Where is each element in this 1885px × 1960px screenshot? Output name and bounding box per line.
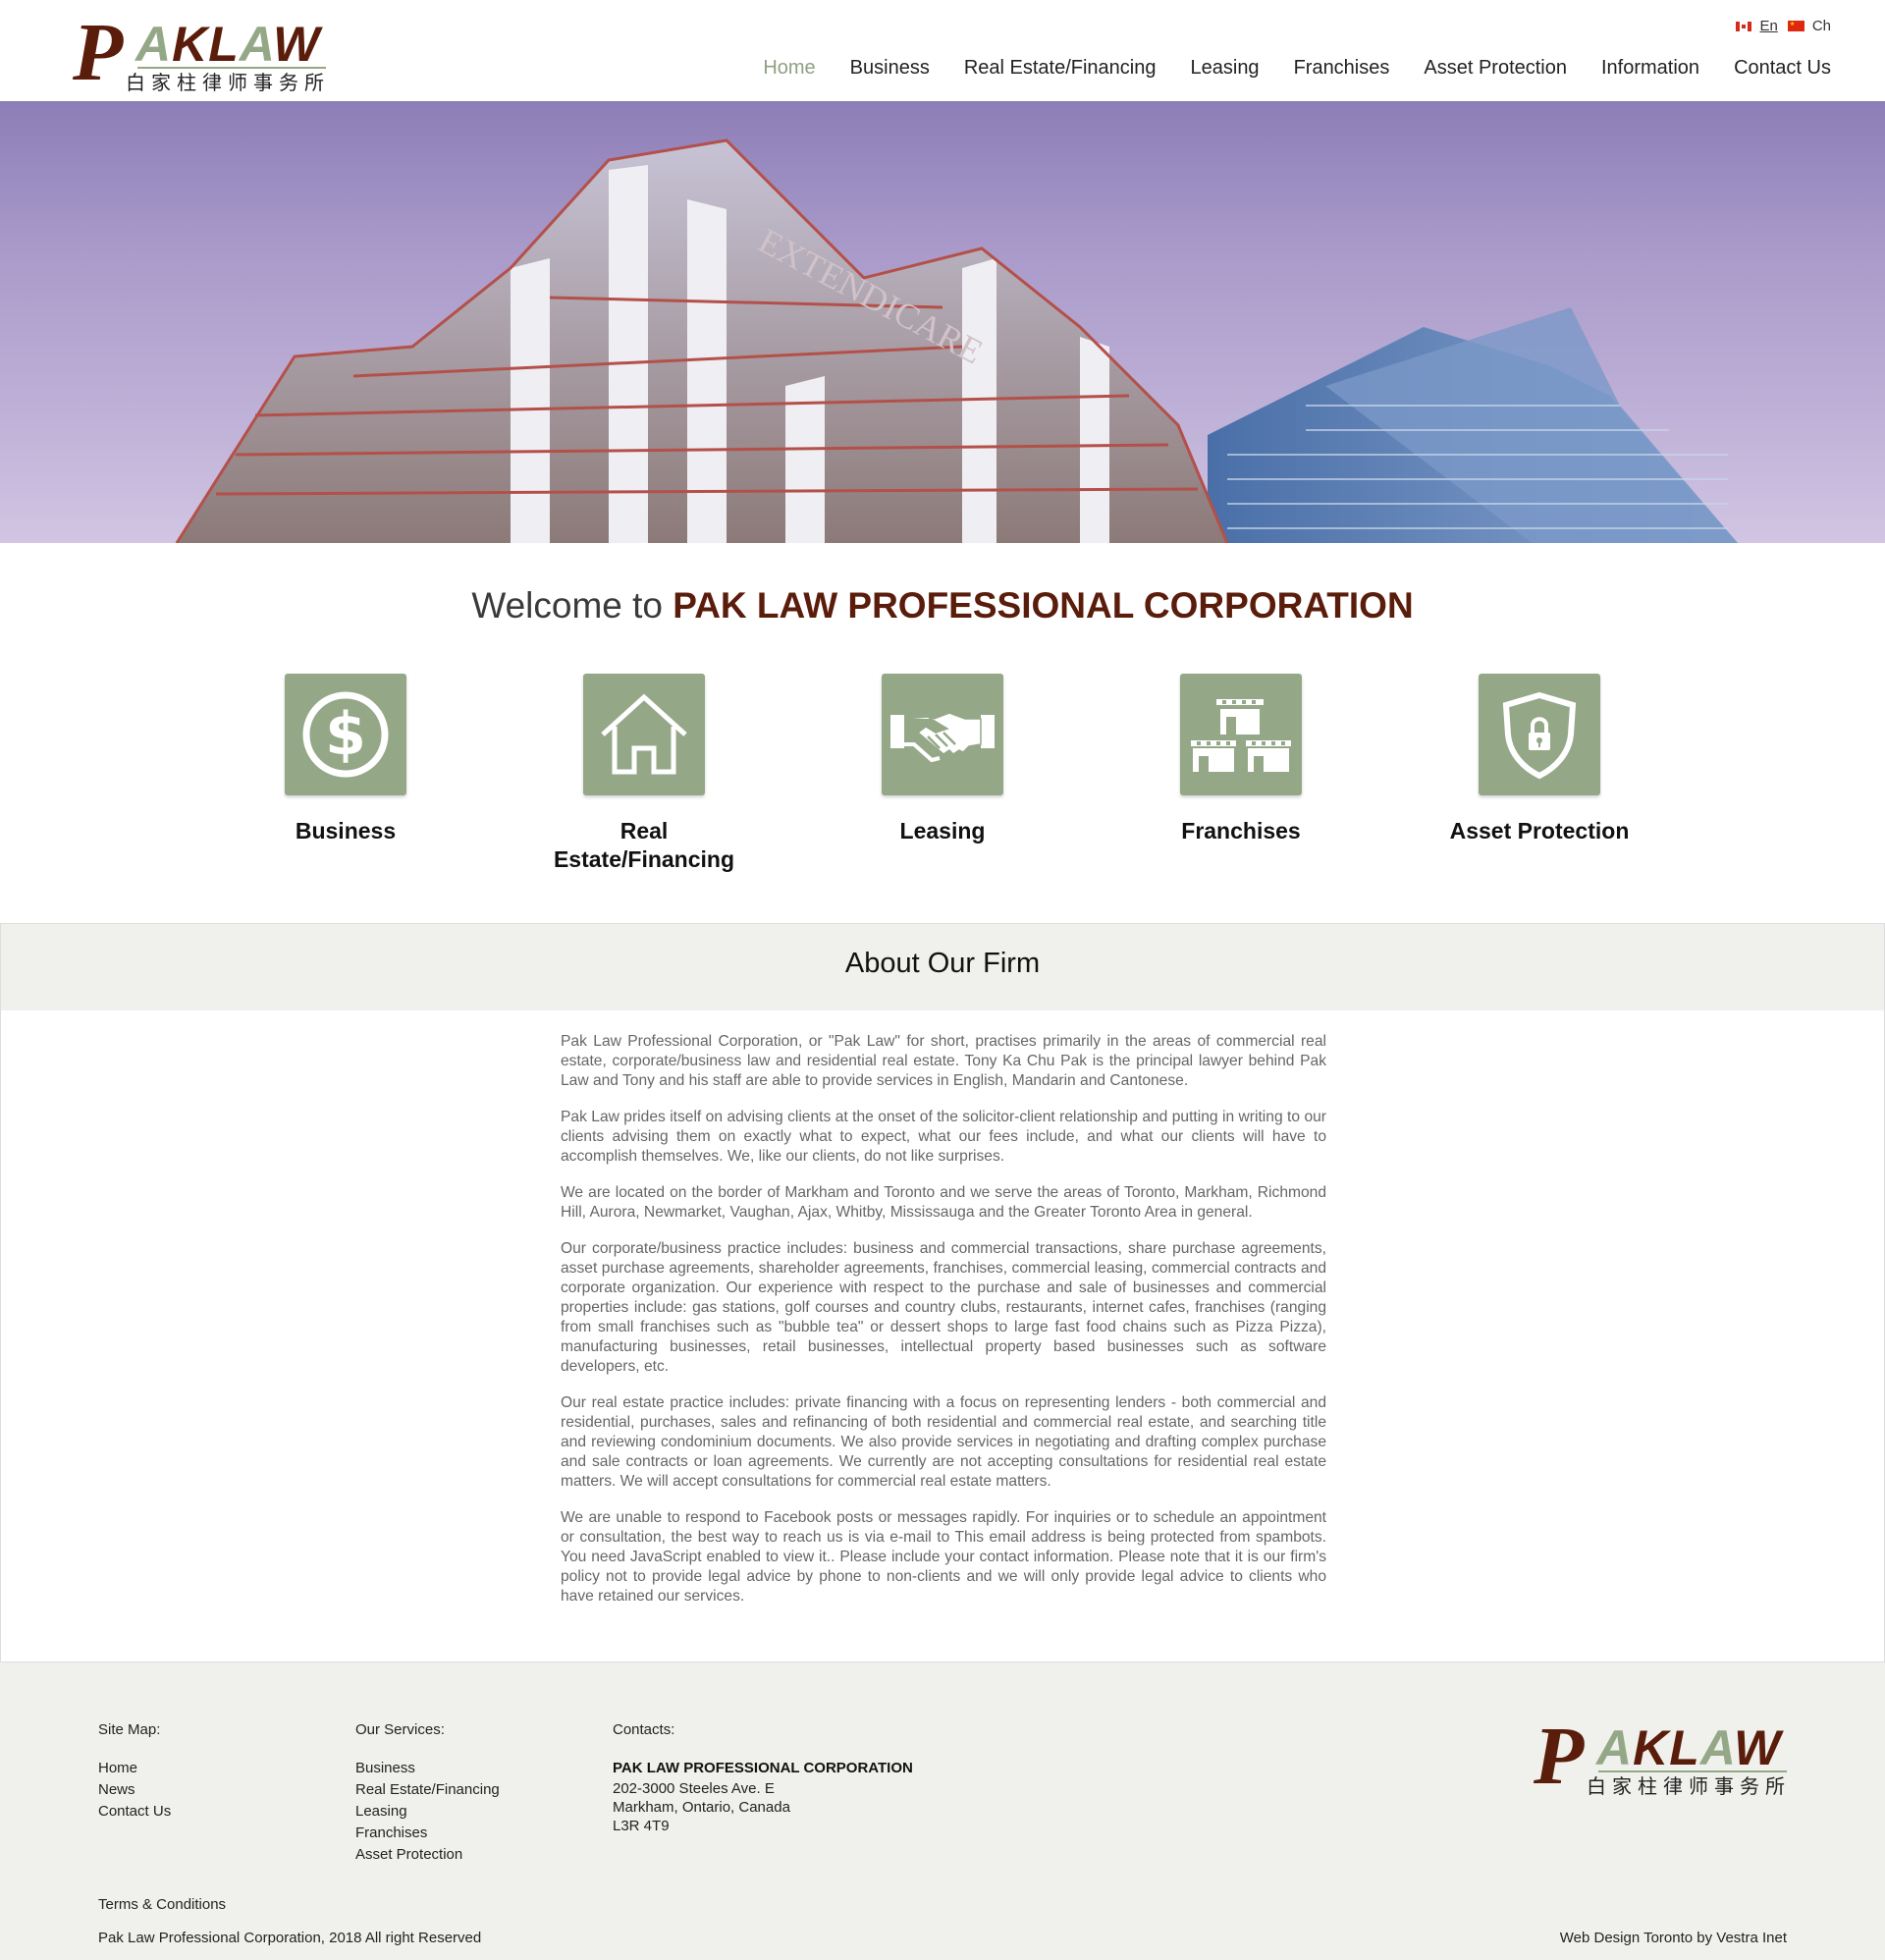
service-business[interactable]: $ Business (208, 674, 483, 845)
service-real-estate-financing[interactable]: Real Estate/Financing (507, 674, 781, 874)
site-footer: Site Map: Home News Contact Us Our Servi… (0, 1662, 1885, 1960)
logo-wordmark: AKLAW (135, 17, 321, 72)
main-nav: Home Business Real Estate/Financing Leas… (763, 57, 1831, 80)
footer-link-asset-protection[interactable]: Asset Protection (355, 1846, 462, 1863)
service-tile (882, 674, 1003, 795)
about-content: Pak Law Professional Corporation, or "Pa… (0, 1010, 1885, 1662)
footer-contacts: Contacts: PAK LAW PROFESSIONAL CORPORATI… (613, 1721, 913, 1835)
dollar-icon: $ (302, 691, 389, 778)
site-logo[interactable]: P AKLAW 白家柱律师事务所 (73, 12, 330, 94)
nav-information[interactable]: Information (1601, 57, 1699, 80)
nav-home[interactable]: Home (763, 57, 815, 80)
service-label: Franchises (1181, 818, 1301, 844)
nav-contact-us[interactable]: Contact Us (1734, 57, 1831, 80)
china-flag-icon: ★ (1787, 21, 1804, 31)
footer-link-real-estate-financing[interactable]: Real Estate/Financing (355, 1781, 500, 1798)
hero-banner-image: EXTENDICARE (0, 101, 1885, 543)
about-paragraph: We are located on the border of Markham … (561, 1184, 1326, 1221)
nav-franchises[interactable]: Franchises (1294, 57, 1390, 80)
storefronts-icon (1191, 699, 1291, 772)
service-tile (583, 674, 705, 795)
shield-lock-icon (1502, 691, 1577, 780)
service-tiles: $ Business Real Estate/Financing Leasing (0, 674, 1885, 890)
footer-company-name: PAK LAW PROFESSIONAL CORPORATION (613, 1760, 913, 1776)
footer-address-line: L3R 4T9 (613, 1818, 670, 1834)
footer-link-contact-us[interactable]: Contact Us (98, 1803, 171, 1820)
copyright-text: Pak Law Professional Corporation, 2018 A… (98, 1930, 482, 1946)
welcome-heading: Welcome to PAK LAW PROFESSIONAL CORPORAT… (0, 585, 1885, 626)
service-label: Real Estate/Financing (553, 818, 735, 872)
footer-logo[interactable]: P AKLAW 白家柱律师事务所 (1534, 1715, 1791, 1798)
footer-contacts-title: Contacts: (613, 1721, 675, 1738)
handshake-icon (890, 712, 995, 763)
web-design-credit-link[interactable]: Web Design Toronto by Vestra Inet (1560, 1930, 1787, 1946)
footer-address-line: Markham, Ontario, Canada (613, 1799, 790, 1816)
welcome-prefix: Welcome to (471, 585, 663, 626)
logo-letter-p: P (73, 7, 124, 98)
lang-ch-label: Ch (1811, 18, 1831, 34)
footer-services-title: Our Services: (355, 1721, 445, 1738)
footer-link-franchises[interactable]: Franchises (355, 1824, 427, 1841)
house-icon (601, 693, 687, 775)
about-text: Pak Law Professional Corporation, or "Pa… (561, 1032, 1326, 1623)
service-franchises[interactable]: Franchises (1104, 674, 1378, 845)
welcome-company: PAK LAW PROFESSIONAL CORPORATION (673, 585, 1414, 626)
footer-link-news[interactable]: News (98, 1781, 135, 1798)
lang-en-label: En (1759, 18, 1778, 34)
service-label: Business (295, 818, 397, 844)
footer-address-line: 202-3000 Steeles Ave. E (613, 1780, 775, 1797)
footer-link-home[interactable]: Home (98, 1760, 137, 1776)
service-tile (1479, 674, 1600, 795)
terms-conditions-link[interactable]: Terms & Conditions (98, 1896, 226, 1913)
service-tile: $ (285, 674, 406, 795)
lang-en-link[interactable]: En (1736, 18, 1778, 34)
footer-link-business[interactable]: Business (355, 1760, 415, 1776)
service-label: Leasing (899, 818, 986, 844)
svg-text:$: $ (325, 700, 366, 769)
service-leasing[interactable]: Leasing (805, 674, 1080, 845)
service-asset-protection[interactable]: Asset Protection (1402, 674, 1677, 845)
about-paragraph: Our corporate/business practice includes… (561, 1240, 1326, 1375)
nav-asset-protection[interactable]: Asset Protection (1424, 57, 1567, 80)
nav-business[interactable]: Business (850, 57, 930, 80)
about-header-band: About Our Firm (0, 923, 1885, 1011)
logo-chinese-name: 白家柱律师事务所 (126, 71, 330, 94)
site-header: P AKLAW 白家柱律师事务所 En ★ Ch Home Business R… (0, 0, 1885, 101)
footer-sitemap-title: Site Map: (98, 1721, 161, 1738)
about-title: About Our Firm (844, 948, 1041, 979)
language-switcher: En ★ Ch (1736, 18, 1831, 34)
footer-services: Our Services: Business Real Estate/Finan… (355, 1721, 500, 1866)
about-paragraph: Pak Law Professional Corporation, or "Pa… (561, 1033, 1326, 1089)
about-paragraph: Pak Law prides itself on advising client… (561, 1109, 1326, 1165)
lang-ch-link[interactable]: ★ Ch (1787, 18, 1831, 34)
canada-flag-icon (1736, 21, 1752, 31)
footer-sitemap: Site Map: Home News Contact Us (98, 1721, 171, 1823)
nav-real-estate-financing[interactable]: Real Estate/Financing (964, 57, 1157, 80)
about-paragraph: Our real estate practice includes: priva… (561, 1394, 1326, 1490)
about-paragraph: We are unable to respond to Facebook pos… (561, 1509, 1326, 1605)
service-label: Asset Protection (1449, 818, 1630, 844)
office-buildings-illustration: EXTENDICARE (0, 101, 1885, 543)
service-tile (1180, 674, 1302, 795)
nav-leasing[interactable]: Leasing (1191, 57, 1260, 80)
footer-link-leasing[interactable]: Leasing (355, 1803, 407, 1820)
